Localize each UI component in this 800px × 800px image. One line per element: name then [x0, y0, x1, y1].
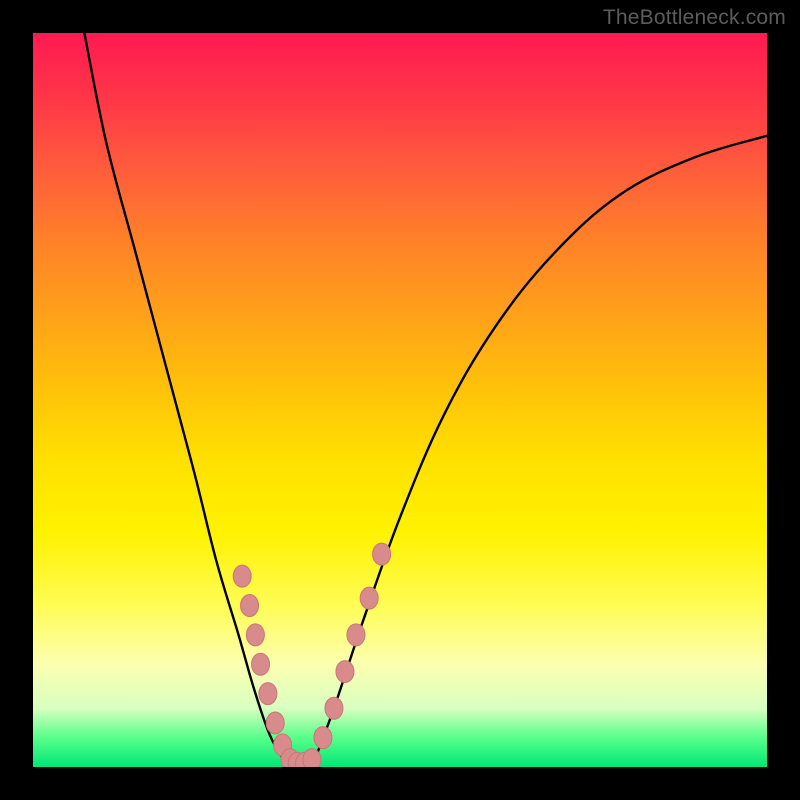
chart-svg	[33, 33, 767, 767]
marker-dot	[347, 624, 365, 646]
marker-dot	[259, 683, 277, 705]
marker-dot	[252, 653, 270, 675]
marker-dot	[373, 543, 391, 565]
marker-dot	[360, 587, 378, 609]
plot-area	[33, 33, 767, 767]
bottleneck-curve	[84, 33, 767, 767]
marker-dot	[246, 624, 264, 646]
marker-dot	[314, 727, 332, 749]
marker-dot	[303, 749, 321, 767]
marker-dot	[241, 595, 259, 617]
marker-layer	[233, 543, 390, 767]
curve-layer	[84, 33, 767, 767]
marker-dot	[325, 697, 343, 719]
watermark-text: TheBottleneck.com	[603, 6, 786, 30]
chart-frame: TheBottleneck.com	[0, 0, 800, 800]
marker-dot	[336, 661, 354, 683]
marker-dot	[233, 565, 251, 587]
marker-dot	[266, 712, 284, 734]
